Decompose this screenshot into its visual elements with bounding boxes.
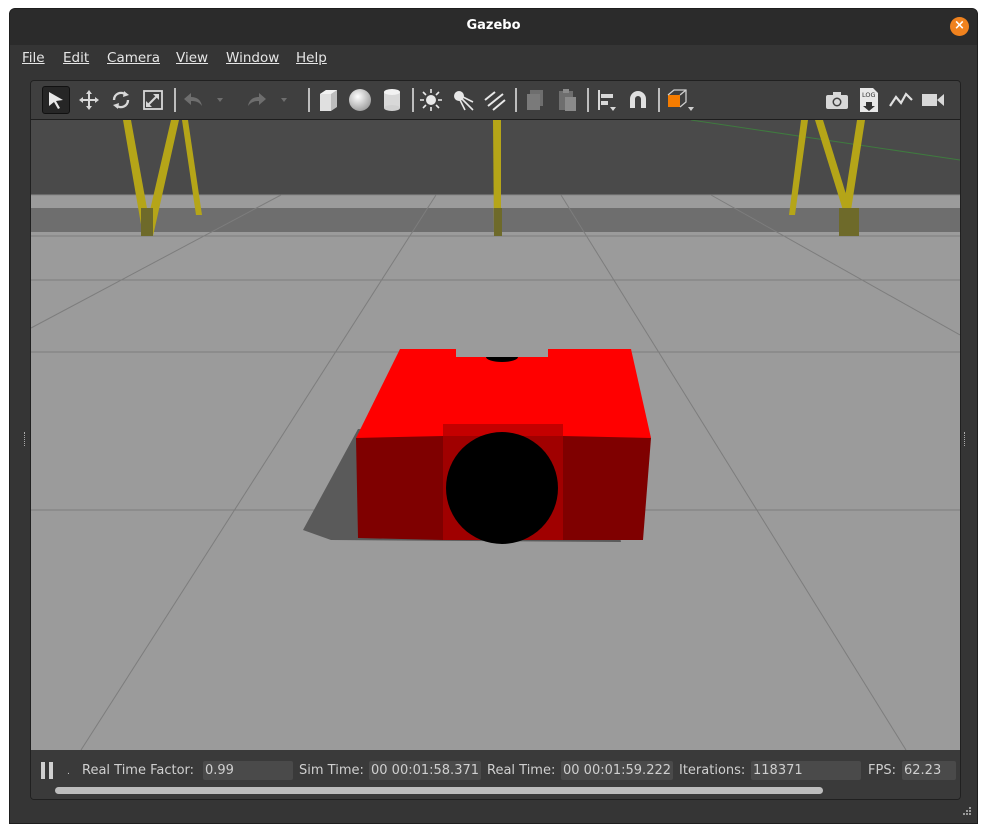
insert-spot-light-button[interactable] [449,86,477,114]
toolbar-separator [515,88,517,112]
screenshot-button[interactable] [823,86,851,114]
video-record-button[interactable] [919,86,947,114]
undo-icon [184,93,202,106]
copy-button[interactable] [521,86,549,114]
toolbar-separator [658,88,660,112]
right-panel-handle[interactable] [964,432,967,446]
paste-button[interactable] [553,86,581,114]
screenshot-icon [826,92,848,109]
menu-window[interactable]: Window [226,50,279,66]
log-icon: LOG [860,88,878,112]
select-mode-button[interactable] [42,86,70,114]
pause-icon-bar [49,762,53,779]
redo-button[interactable] [243,86,271,114]
translate-icon [79,90,99,110]
render-panel: LOG . Real Time Factor: 0.99 Sim Time: 0… [30,80,961,800]
select-arrow-icon [49,92,63,109]
plot-button[interactable] [887,86,915,114]
menu-view[interactable]: View [176,50,208,66]
plot-icon [889,92,913,107]
snap-magnet-icon [630,91,646,108]
iterations-value: 118371 [751,761,861,780]
real-time-label: Real Time: [487,763,556,778]
snap-button[interactable] [624,86,652,114]
undo-button[interactable] [179,86,207,114]
video-record-icon [922,94,944,106]
spot-light-icon [454,91,474,111]
toolbar: LOG [31,81,960,120]
iterations-label: Iterations: [679,763,746,778]
toolbar-separator [308,88,310,112]
undo-history-button[interactable] [213,86,227,114]
rtf-label: Real Time Factor: [82,763,195,778]
insert-cylinder-button[interactable] [378,86,406,114]
left-panel-handle[interactable] [24,432,27,446]
3d-viewport[interactable] [31,120,960,750]
copy-icon [527,90,543,110]
toolbar-separator [412,88,414,112]
sim-time-label: Sim Time: [299,763,364,778]
insert-point-light-button[interactable] [417,86,445,114]
menu-help[interactable]: Help [296,50,327,66]
simulation-scene [31,120,960,750]
pause-icon [41,762,45,779]
insert-box-button[interactable] [314,86,342,114]
translate-mode-button[interactable] [75,86,103,114]
align-button[interactable] [592,86,620,114]
redo-icon [248,93,266,106]
scrollbar-thumb[interactable] [55,787,823,794]
cylinder-icon [384,89,400,111]
log-button[interactable]: LOG [855,86,883,114]
sphere-icon [349,89,371,111]
gazebo-window: Gazebo × File Edit Camera View Window He… [9,8,978,824]
sim-time-value: 00 00:01:58.371 [369,761,481,780]
close-icon: × [954,18,965,33]
redo-dropdown-icon [281,98,287,102]
point-light-icon [420,89,442,111]
status-bar: . Real Time Factor: 0.99 Sim Time: 00 00… [31,750,960,799]
title-bar[interactable]: Gazebo × [10,9,977,45]
insert-directional-light-button[interactable] [481,86,509,114]
fps-label: FPS: [868,763,896,778]
scale-mode-button[interactable] [139,86,167,114]
horizontal-scrollbar[interactable] [55,787,823,794]
step-indicator: . [67,767,70,777]
view-angle-button[interactable] [663,86,699,114]
fps-value: 62.23 [902,761,956,780]
menu-camera[interactable]: Camera [107,50,160,66]
menu-edit[interactable]: Edit [63,50,89,66]
real-time-value: 00 00:01:59.222 [561,761,673,780]
insert-sphere-button[interactable] [346,86,374,114]
scale-icon [143,90,163,110]
menu-bar: File Edit Camera View Window Help [10,45,977,73]
pause-button[interactable] [41,762,55,779]
view-angle-icon [667,89,694,111]
box-icon [320,90,337,111]
menu-file[interactable]: File [22,50,45,66]
window-title: Gazebo [466,18,521,33]
paste-icon [559,89,576,111]
undo-dropdown-icon [217,98,223,102]
redo-history-button[interactable] [277,86,291,114]
toolbar-separator [174,88,176,112]
svg-text:LOG: LOG [862,91,876,99]
rotate-mode-button[interactable] [107,86,135,114]
rotate-icon [112,91,130,109]
resize-grip-icon[interactable] [961,807,971,817]
close-button[interactable]: × [950,17,969,36]
directional-light-icon [484,91,506,111]
rtf-value: 0.99 [203,761,293,780]
align-icon [598,90,616,111]
toolbar-separator [587,88,589,112]
